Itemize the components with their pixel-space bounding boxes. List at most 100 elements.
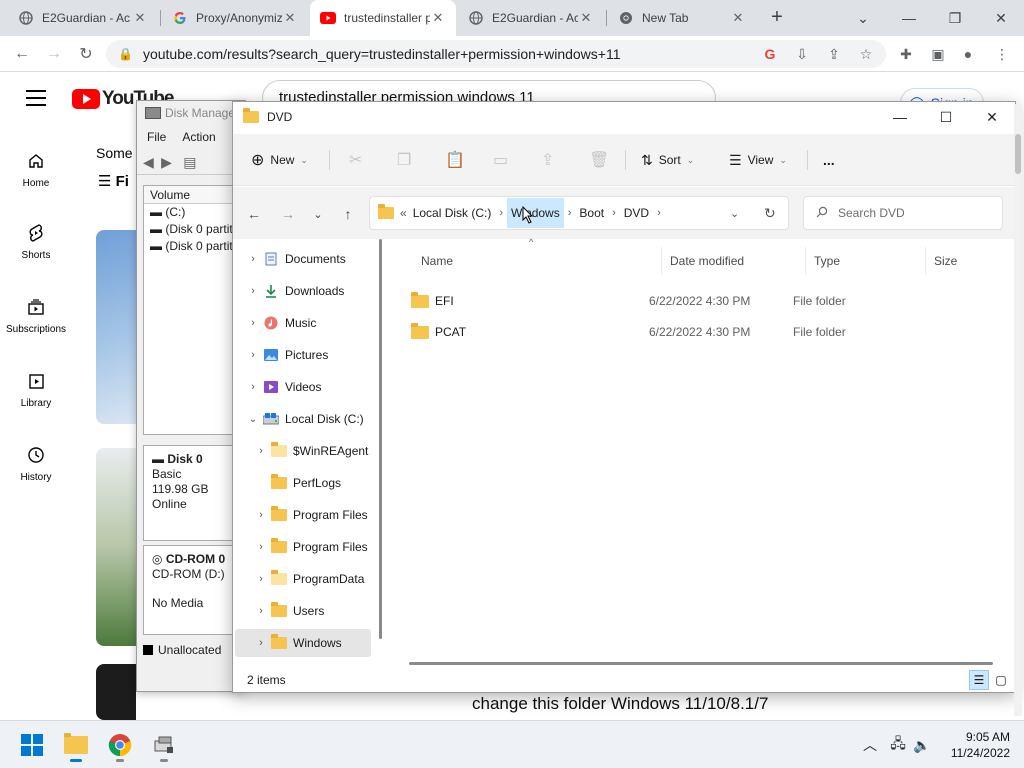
tree-item-users[interactable]: › Users (251, 597, 373, 625)
browser-tab-new-tab[interactable]: New Tab ✕ (608, 0, 756, 36)
file-row-efi[interactable]: EFI 6/22/2022 4:30 PM File folder (405, 287, 1009, 315)
forward-button[interactable]: → (42, 42, 66, 66)
tree-item-perflogs[interactable]: PerfLogs (251, 469, 373, 497)
tree-item-videos[interactable]: › Videos (243, 373, 383, 401)
browser-tab-e2guardian-2[interactable]: E2Guardian - Ac ✕ (458, 0, 604, 36)
horizontal-scrollbar[interactable] (409, 662, 993, 665)
chevron-right-icon[interactable]: › (243, 349, 263, 361)
install-icon[interactable]: ⇩ (792, 44, 812, 64)
details-view-button[interactable]: ☰ (969, 670, 989, 690)
chevron-right-icon[interactable]: › (243, 253, 263, 265)
close-window-button[interactable]: ✕ (978, 0, 1024, 36)
browser-tab-proxy[interactable]: Proxy/Anonymiz ✕ (162, 0, 308, 36)
close-icon[interactable]: ✕ (132, 10, 148, 26)
overflow-crumb[interactable]: « (400, 206, 407, 220)
show-hidden-icons-button[interactable]: ︿ (860, 735, 880, 755)
chevron-right-icon[interactable]: › (251, 637, 271, 649)
chevron-right-icon[interactable]: › (243, 381, 263, 393)
tree-item-winreagent[interactable]: › $WinREAgent (251, 437, 373, 465)
clock[interactable]: 9:05 AM 11/24/2022 (930, 729, 1010, 761)
new-button[interactable]: ⊕ New ⌄ (251, 148, 308, 172)
new-tab-button[interactable]: + (766, 6, 788, 28)
chevron-right-icon[interactable]: › (243, 317, 263, 329)
chevron-right-icon[interactable]: › (251, 605, 271, 617)
back-arrow-icon[interactable]: ◀ (143, 154, 154, 171)
video-thumbnail[interactable] (96, 448, 136, 646)
column-header-date-modified[interactable]: Date modified (661, 247, 805, 275)
tree-item-pictures[interactable]: › Pictures (243, 341, 383, 369)
menu-file[interactable]: File (147, 125, 166, 149)
menu-kebab-icon[interactable]: ⋮ (992, 44, 1012, 64)
close-icon[interactable]: ✕ (730, 10, 746, 26)
sidebar-item-home[interactable]: Home (0, 150, 72, 189)
volume-icon[interactable]: 🔈 (912, 735, 932, 755)
address-history-chevron-icon[interactable]: ⌄ (730, 207, 739, 220)
close-icon[interactable]: ✕ (578, 10, 594, 26)
file-explorer-taskbar-button[interactable] (60, 729, 92, 762)
search-box[interactable]: Search DVD (803, 196, 1003, 230)
breadcrumb-boot[interactable]: Boot (575, 198, 608, 228)
recent-locations-button[interactable]: ⌄ (307, 204, 329, 224)
network-icon[interactable]: 🖧 (888, 735, 908, 755)
share-icon[interactable]: ⇪ (541, 148, 554, 172)
forward-arrow-icon[interactable]: ▶ (161, 154, 172, 171)
rename-icon[interactable]: ▭ (493, 148, 508, 172)
page-scrollbar[interactable] (1014, 104, 1022, 716)
sidebar-item-library[interactable]: Library (0, 370, 72, 409)
reload-button[interactable]: ↻ (74, 42, 98, 66)
file-row-pcat[interactable]: PCAT 6/22/2022 4:30 PM File folder (405, 318, 1009, 346)
column-header-size[interactable]: Size (925, 247, 1005, 275)
chevron-down-icon[interactable]: ⌄ (243, 414, 263, 425)
chevron-right-icon[interactable]: › (251, 573, 271, 585)
close-button[interactable]: ✕ (969, 102, 1015, 132)
up-button[interactable]: ↑ (337, 204, 359, 224)
tree-scrollbar[interactable] (379, 239, 382, 639)
sidebar-item-subscriptions[interactable]: Subscriptions (0, 296, 72, 335)
breadcrumb-local-disk[interactable]: Local Disk (C:) (409, 198, 496, 228)
back-button[interactable]: ← (243, 204, 265, 224)
disk-management-taskbar-button[interactable] (148, 729, 180, 762)
share-icon[interactable]: ⇪ (824, 44, 844, 64)
sidebar-item-history[interactable]: History (0, 444, 72, 483)
scrollbar-thumb[interactable] (1015, 134, 1021, 174)
start-button[interactable] (16, 729, 48, 761)
google-lens-icon[interactable]: G (760, 44, 780, 64)
chevron-right-icon[interactable]: › (251, 445, 271, 457)
sort-button[interactable]: ⇅ Sort ⌄ (641, 148, 694, 172)
side-panel-icon[interactable]: ▣ (928, 44, 948, 64)
volume-column-header[interactable]: Volume (144, 186, 242, 204)
star-icon[interactable]: ☆ (856, 44, 876, 64)
video-thumbnail[interactable] (96, 664, 136, 720)
forward-button[interactable]: → (277, 204, 299, 224)
column-header-name[interactable]: Name (413, 247, 655, 275)
chevron-right-icon[interactable]: › (251, 509, 271, 521)
breadcrumb-windows[interactable]: Windows (507, 198, 564, 228)
more-options-button[interactable]: ... (823, 148, 835, 172)
hamburger-menu-icon[interactable] (26, 90, 46, 106)
properties-icon[interactable]: ▤ (183, 154, 196, 171)
cdrom-0-panel[interactable]: ◎ CD-ROM 0 CD-ROM (D:) No Media (143, 545, 243, 635)
volume-row[interactable]: ▬ (C:) (144, 204, 242, 221)
view-button[interactable]: ☰ View ⌄ (729, 148, 787, 172)
browser-tab-youtube[interactable]: trustedinstaller p ✕ (310, 0, 456, 36)
menu-action[interactable]: Action (182, 125, 215, 149)
paste-icon[interactable]: 📋 (445, 148, 465, 172)
tree-item-program-files[interactable]: › Program Files (251, 501, 373, 529)
video-thumbnail[interactable] (96, 230, 136, 424)
chevron-right-icon[interactable]: › (243, 285, 263, 297)
column-header-type[interactable]: Type (805, 247, 925, 275)
delete-icon[interactable]: 🗑 (589, 148, 609, 172)
chevron-right-icon[interactable]: › (653, 207, 665, 219)
tree-item-documents[interactable]: › Documents (243, 245, 383, 273)
restore-button[interactable]: ❐ (932, 0, 978, 36)
cut-icon[interactable]: ✂ (349, 148, 362, 172)
breadcrumb-dvd[interactable]: DVD (620, 198, 653, 228)
chevron-right-icon[interactable]: › (564, 207, 576, 219)
close-icon[interactable]: ✕ (430, 10, 446, 26)
browser-tab-e2guardian-1[interactable]: E2Guardian - Ac ✕ (8, 0, 158, 36)
close-icon[interactable]: ✕ (282, 10, 298, 26)
address-breadcrumb[interactable]: « Local Disk (C:) › Windows › Boot › DVD… (369, 196, 789, 230)
profile-icon[interactable]: ● (958, 44, 978, 64)
maximize-button[interactable]: ☐ (923, 102, 969, 132)
chevron-right-icon[interactable]: › (495, 207, 507, 219)
